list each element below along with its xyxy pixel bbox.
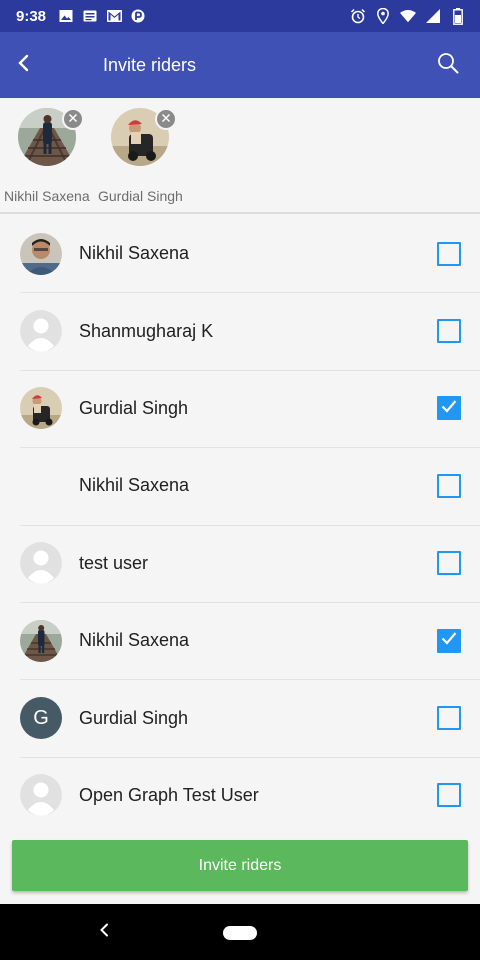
rider-name: Nikhil Saxena xyxy=(79,475,190,496)
rider-checkbox[interactable] xyxy=(437,396,461,421)
list-item[interactable]: Nikhil Saxena xyxy=(0,447,480,524)
selected-riders-strip: Nikhil Saxena Gurdial Singh xyxy=(0,98,480,214)
checkmark-icon xyxy=(441,399,457,418)
search-button[interactable] xyxy=(420,32,476,98)
nav-back-icon xyxy=(99,923,109,942)
list-item[interactable]: test user xyxy=(0,524,480,602)
status-time: 9:38 xyxy=(16,7,47,25)
back-arrow-icon xyxy=(17,54,31,77)
rider-name: Nikhil Saxena xyxy=(79,630,190,651)
checkmark-icon xyxy=(441,631,457,650)
selected-chip-name: Gurdial Singh xyxy=(98,188,183,204)
rider-checkbox[interactable] xyxy=(437,551,461,576)
close-icon xyxy=(161,110,171,128)
app-bar: Invite riders xyxy=(0,32,480,98)
paytm-icon xyxy=(130,8,146,24)
remove-selected-button[interactable] xyxy=(155,108,177,130)
list-item[interactable]: Gurdial Singh xyxy=(0,369,480,447)
rider-name: Gurdial Singh xyxy=(79,397,189,418)
alarm-icon xyxy=(350,8,366,24)
wifi-icon xyxy=(400,8,416,24)
default-avatar-icon xyxy=(20,310,62,353)
system-nav-bar xyxy=(0,904,480,960)
close-icon xyxy=(68,110,78,128)
nav-back-button[interactable] xyxy=(94,922,114,942)
rider-checkbox[interactable] xyxy=(437,783,461,808)
nav-home-button[interactable] xyxy=(223,926,257,940)
gmail-icon xyxy=(106,8,122,24)
list-item[interactable]: Nikhil Saxena xyxy=(0,601,480,679)
rider-name: Gurdial Singh xyxy=(79,707,189,728)
rider-name: Open Graph Test User xyxy=(79,784,259,805)
rider-name: test user xyxy=(79,552,149,573)
list-item[interactable]: Open Graph Test User xyxy=(0,756,480,834)
search-icon xyxy=(437,52,459,79)
default-avatar-icon xyxy=(20,542,62,585)
rider-checkbox[interactable] xyxy=(437,628,461,653)
rider-checkbox[interactable] xyxy=(437,706,461,731)
page-title: Invite riders xyxy=(103,54,197,75)
rider-list: Nikhil Saxena Shanmugharaj K Gurdial Sin… xyxy=(0,215,480,834)
remove-selected-button[interactable] xyxy=(62,108,84,130)
selected-chip[interactable] xyxy=(18,108,84,166)
signal-icon xyxy=(425,8,441,24)
rider-checkbox[interactable] xyxy=(437,473,461,498)
list-item[interactable]: G Gurdial Singh xyxy=(0,679,480,756)
location-icon xyxy=(375,8,391,24)
default-avatar-icon xyxy=(20,774,62,817)
rider-checkbox[interactable] xyxy=(437,241,461,266)
back-button[interactable] xyxy=(0,32,48,98)
status-bar: 9:38 xyxy=(0,0,480,32)
letter-avatar: G xyxy=(20,697,62,740)
list-item[interactable]: Shanmugharaj K xyxy=(0,292,480,369)
image-icon xyxy=(58,8,74,24)
rider-name: Shanmugharaj K xyxy=(79,320,214,341)
avatar-placeholder xyxy=(20,465,62,507)
avatar xyxy=(20,232,62,275)
list-item[interactable]: Nikhil Saxena xyxy=(0,215,480,292)
avatar xyxy=(20,619,62,662)
news-icon xyxy=(82,8,98,24)
rider-name: Nikhil Saxena xyxy=(79,243,190,264)
battery-icon xyxy=(450,7,466,25)
rider-checkbox[interactable] xyxy=(437,319,461,344)
selected-chip[interactable] xyxy=(111,108,177,166)
avatar xyxy=(20,387,62,430)
selected-chip-name: Nikhil Saxena xyxy=(4,188,90,204)
invite-riders-button[interactable]: Invite riders xyxy=(12,840,468,891)
